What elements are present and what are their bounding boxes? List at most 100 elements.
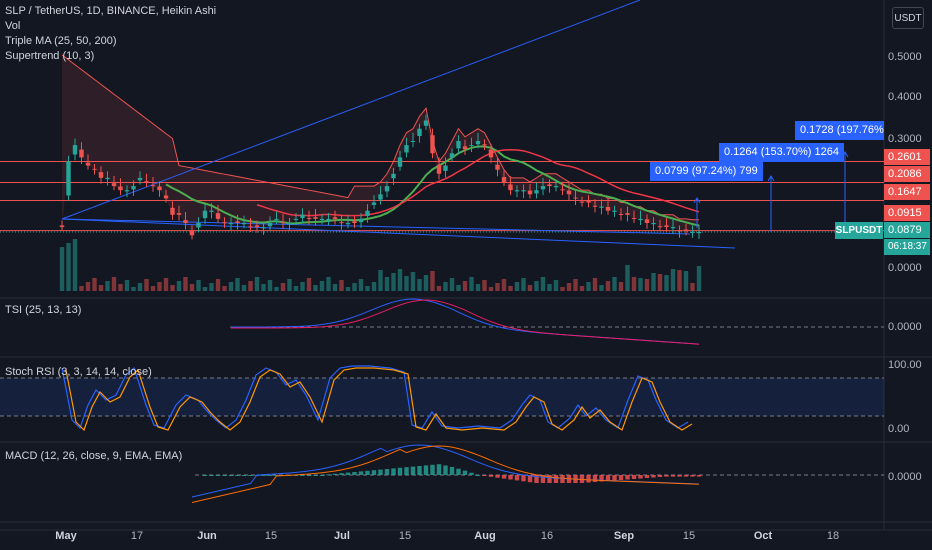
volume-bar (664, 275, 669, 291)
volume-bar (540, 277, 546, 291)
stoch-band (0, 378, 884, 416)
candle-body (560, 189, 565, 191)
macd-histogram-bar (313, 475, 318, 476)
candle-body (124, 190, 130, 192)
volume-bar (222, 286, 227, 291)
macd-histogram-bar (625, 475, 630, 480)
macd-histogram-bar (241, 475, 247, 476)
macd-histogram-bar (586, 475, 591, 483)
candle-body (170, 207, 175, 215)
volume-bar (462, 281, 468, 291)
chart-canvas[interactable] (0, 0, 932, 550)
measure-callout-2[interactable]: 0.1264 (153.70%) 1264 (719, 143, 844, 162)
candle-body (677, 230, 682, 232)
price-tick: 0.4000 (888, 91, 922, 103)
volume-bar (293, 286, 299, 291)
candle-body (274, 218, 279, 220)
macd-histogram-bar (430, 464, 435, 475)
macd-histogram-bar (358, 471, 364, 475)
macd-histogram-bar (495, 475, 500, 478)
tsi-pane-title[interactable]: TSI (25, 13, 13) (5, 304, 81, 316)
volume-bar (157, 282, 162, 291)
candle-body (482, 144, 487, 146)
macd-histogram-bar (462, 470, 468, 475)
measure-callout-3[interactable]: 0.1728 (197.76%) 17 (795, 121, 884, 140)
time-tick: Sep (613, 530, 635, 542)
time-tick: 18 (826, 530, 840, 542)
volume-bar (345, 287, 351, 291)
currency-button[interactable]: USDT (892, 7, 924, 29)
legend-supertrend[interactable]: Supertrend (10, 3) (5, 49, 216, 64)
candle-body (534, 190, 539, 194)
volume-bar (618, 282, 624, 291)
macd-histogram-bar (391, 468, 396, 475)
macd-histogram-bar (235, 475, 240, 476)
time-tick: May (55, 530, 77, 542)
tsi-line (230, 298, 700, 345)
candle-body (79, 149, 84, 158)
stoch-rsi-pane-title[interactable]: Stoch RSI (3, 3, 14, 14, close) (5, 366, 152, 378)
volume-bar (202, 287, 208, 291)
volume-bar (131, 287, 136, 291)
volume-bar (79, 286, 84, 291)
volume-bar (261, 284, 266, 291)
candle-body (410, 140, 416, 142)
volume-bar (118, 284, 123, 291)
volume-bar (326, 277, 331, 291)
macd-histogram-bar (631, 475, 637, 479)
candle-body (137, 177, 143, 181)
candle-body (599, 206, 604, 208)
volume-bar (625, 265, 630, 291)
volume-bar (638, 278, 643, 291)
last-price-tag: 0.0879 (884, 222, 930, 238)
macd-histogram-bar (300, 475, 305, 476)
candle-body (501, 177, 507, 182)
candle-body (391, 173, 396, 179)
candle-body (326, 218, 331, 221)
volume-bar (98, 285, 104, 291)
macd-histogram-bar (228, 475, 234, 476)
macd-pane-title[interactable]: MACD (12, 26, close, 9, EMA, EMA) (5, 450, 182, 462)
macd-histogram-bar (306, 475, 312, 476)
legend-vol[interactable]: Vol (5, 19, 216, 34)
volume-bar (423, 275, 429, 291)
volume-bar (397, 269, 403, 291)
candle-body (215, 213, 221, 219)
volume-bar (254, 277, 260, 291)
volume-bar (124, 280, 130, 291)
macd-histogram-bar (592, 475, 598, 482)
macd-histogram-bar (248, 475, 253, 476)
macd-histogram-bar (612, 475, 617, 481)
macd-histogram-bar (384, 469, 390, 475)
measure-callout-1[interactable]: 0.0799 (97.24%) 799 (650, 162, 763, 181)
price-tick: 0.5000 (888, 51, 922, 63)
volume-bar (670, 269, 676, 291)
macd-histogram-bar (443, 465, 448, 475)
macd-histogram-bar (475, 475, 481, 476)
candle-body (469, 145, 474, 147)
candle-body (553, 186, 559, 188)
candle-body (85, 162, 91, 166)
macd-histogram-bar (618, 475, 624, 480)
macd-histogram-bar (651, 475, 656, 478)
candle-body (651, 222, 656, 225)
macd-histogram-bar (657, 475, 663, 477)
volume-zero-tick: 0.0000 (888, 262, 922, 274)
bar-countdown: 06:18:37 (884, 239, 930, 255)
candle-body (475, 140, 481, 145)
macd-histogram-bar (423, 465, 429, 475)
volume-bar (105, 281, 110, 291)
price-tick: 0.3000 (888, 133, 922, 145)
macd-histogram-bar (501, 475, 507, 479)
candle-body (586, 200, 591, 203)
volume-bar (495, 283, 500, 291)
macd-histogram-bar (508, 475, 513, 480)
candle-body (644, 219, 650, 223)
candle-body (443, 165, 448, 171)
volume-bar (521, 278, 526, 291)
candle-body (514, 190, 520, 192)
legend-triple-ma[interactable]: Triple MA (25, 50, 200) (5, 34, 216, 49)
candle-body (241, 222, 247, 225)
volume-bar (215, 279, 221, 291)
volume-bar (137, 283, 143, 291)
